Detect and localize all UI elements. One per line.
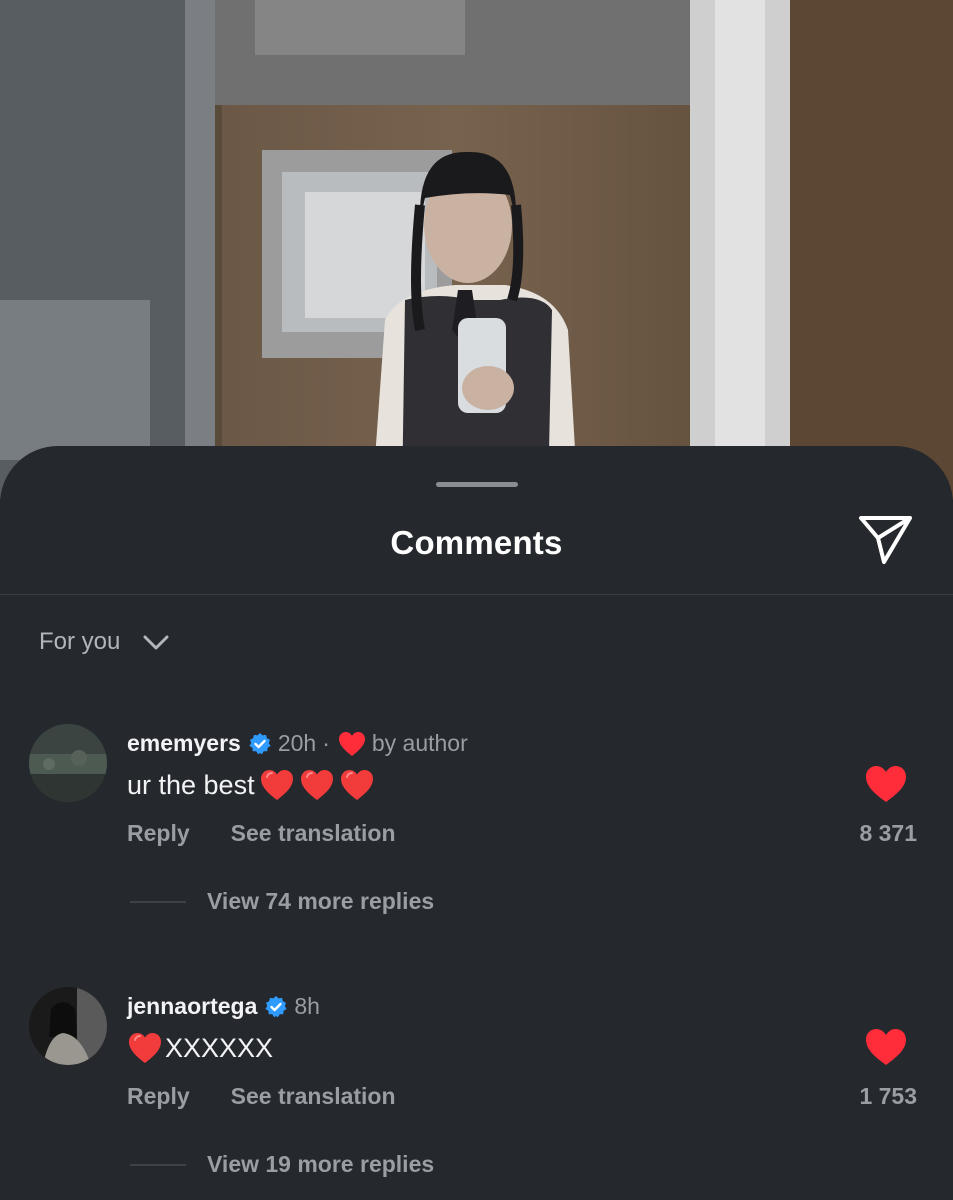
view-replies-button[interactable]: View 74 more replies	[130, 888, 434, 915]
sort-label: For you	[39, 628, 121, 655]
mirror-selfie-image	[0, 0, 953, 500]
red-heart-emoji-icon	[300, 770, 333, 800]
sheet-drag-handle[interactable]	[436, 482, 518, 487]
comment-item: ememyers 20h · by author ur the best Rep…	[0, 724, 953, 924]
avatar[interactable]	[29, 724, 107, 802]
red-heart-emoji-icon	[340, 770, 373, 800]
comment-item: jennaortega 8h XXXXXX Reply See translat…	[0, 987, 953, 1187]
reply-button[interactable]: Reply	[127, 1083, 190, 1110]
heart-filled-icon	[866, 1029, 906, 1065]
comment-time: 20h	[277, 730, 317, 756]
avatar[interactable]	[29, 987, 107, 1065]
comment-text: XXXXXX	[165, 1032, 274, 1063]
heart-filled-icon	[866, 766, 906, 802]
chevron-down-icon	[143, 635, 169, 650]
comments-sheet: Comments For you ememyers 20h · by autho…	[0, 446, 953, 1200]
see-translation-button[interactable]: See translation	[231, 1083, 396, 1110]
share-button[interactable]	[856, 514, 916, 568]
replies-line	[130, 1163, 186, 1166]
liked-by-author-label: by author	[371, 730, 468, 756]
separator-dot: ·	[322, 730, 330, 756]
like-button[interactable]	[864, 764, 908, 804]
red-heart-emoji-icon	[260, 770, 293, 800]
username[interactable]: ememyers	[127, 730, 241, 757]
view-replies-label: View 74 more replies	[207, 888, 435, 914]
comment-body: ur the best	[127, 768, 375, 802]
avatar-image	[29, 987, 107, 1065]
comment-text: ur the best	[127, 769, 255, 800]
header-divider	[0, 594, 953, 595]
comment-time: 8h	[294, 993, 320, 1019]
username[interactable]: jennaortega	[127, 993, 257, 1020]
red-heart-emoji-icon	[129, 1033, 161, 1063]
paper-plane-icon	[859, 516, 912, 564]
sheet-title: Comments	[390, 524, 563, 561]
see-translation-button[interactable]: See translation	[231, 820, 396, 847]
post-photo	[0, 0, 953, 500]
reply-button[interactable]: Reply	[127, 820, 190, 847]
verified-badge-icon	[249, 732, 271, 754]
sort-dropdown[interactable]: For you	[39, 628, 170, 656]
verified-badge-icon	[265, 995, 287, 1017]
replies-line	[130, 900, 186, 903]
view-replies-label: View 19 more replies	[207, 1151, 435, 1177]
avatar-image	[29, 724, 107, 802]
like-button[interactable]	[864, 1027, 908, 1067]
like-count: 1 753	[859, 1083, 917, 1109]
comment-body: XXXXXX	[127, 1031, 273, 1065]
heart-icon	[338, 731, 365, 756]
view-replies-button[interactable]: View 19 more replies	[130, 1151, 434, 1178]
like-count: 8 371	[859, 820, 917, 846]
